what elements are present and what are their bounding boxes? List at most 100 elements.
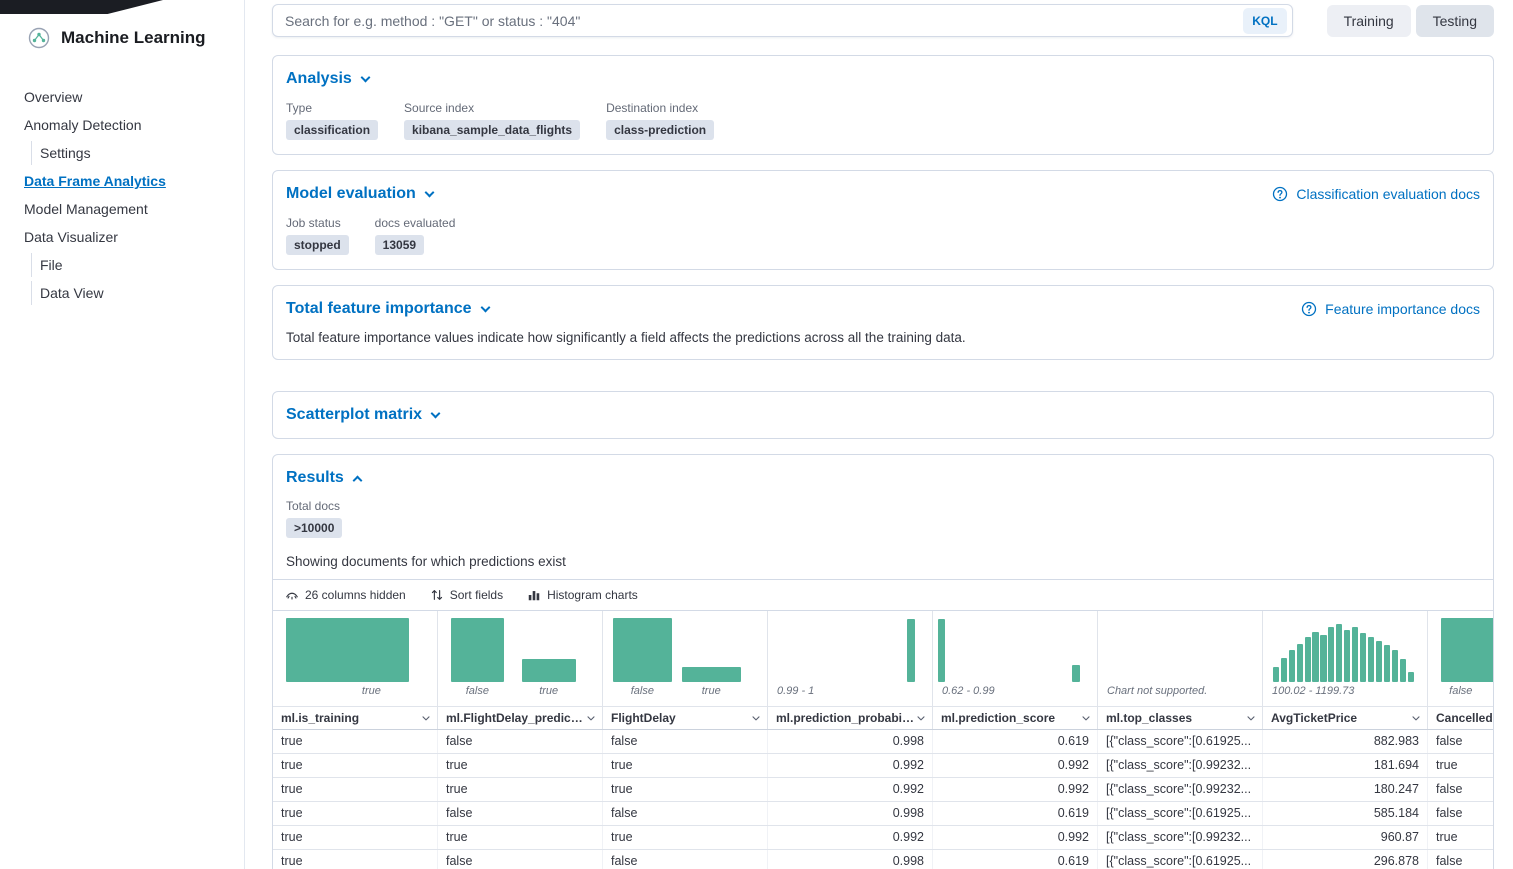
cell-FlightDelay[interactable]: true [603, 826, 768, 849]
cell-ml.is_training[interactable]: true [273, 802, 438, 825]
cell-ml.prediction_score[interactable]: 0.619 [933, 850, 1098, 869]
grid-toolbar: 26 columns hidden Sort fields Histogram … [273, 580, 1493, 611]
cell-Cancelled[interactable]: true [1428, 754, 1493, 777]
training-button[interactable]: Training [1327, 5, 1411, 37]
kql-button[interactable]: KQL [1243, 8, 1286, 34]
cell-ml.prediction_probability[interactable]: 0.998 [768, 730, 933, 753]
help-icon [1301, 301, 1317, 317]
cell-AvgTicketPrice[interactable]: 585.184 [1263, 802, 1428, 825]
table-row: truetruetrue0.9920.992[{"class_score":[0… [273, 778, 1493, 802]
cell-ml.prediction_probability[interactable]: 0.992 [768, 778, 933, 801]
cell-Cancelled[interactable]: false [1428, 850, 1493, 869]
cell-AvgTicketPrice[interactable]: 180.247 [1263, 778, 1428, 801]
cell-ml.is_training[interactable]: true [273, 778, 438, 801]
columns-hidden-button[interactable]: 26 columns hidden [285, 588, 406, 602]
column-header-Cancelled[interactable]: Cancelled [1428, 707, 1493, 729]
sidebar-item-data-view[interactable]: Data View [0, 279, 244, 307]
chevron-down-icon [915, 712, 927, 724]
table-row: truetruetrue0.9920.992[{"class_score":[0… [273, 826, 1493, 850]
sidebar-item-overview[interactable]: Overview [0, 83, 244, 111]
feature-importance-title: Total feature importance [286, 300, 472, 318]
field-label: Destination index [606, 101, 714, 115]
column-header-AvgTicketPrice[interactable]: AvgTicketPrice [1263, 707, 1428, 729]
cell-ml.is_training[interactable]: true [273, 754, 438, 777]
cell-ml.prediction_probability[interactable]: 0.992 [768, 754, 933, 777]
cell-ml.prediction_probability[interactable]: 0.998 [768, 802, 933, 825]
cell-ml.prediction_probability[interactable]: 0.992 [768, 826, 933, 849]
cell-ml.FlightDelay_prediction[interactable]: true [438, 754, 603, 777]
column-header-ml.prediction_score[interactable]: ml.prediction_score [933, 707, 1098, 729]
cell-ml.is_training[interactable]: true [273, 826, 438, 849]
cell-ml.top_classes[interactable]: [{"class_score":[0.99232... [1098, 778, 1263, 801]
column-header-FlightDelay[interactable]: FlightDelay [603, 707, 768, 729]
cell-Cancelled[interactable]: false [1428, 730, 1493, 753]
cell-ml.top_classes[interactable]: [{"class_score":[0.99232... [1098, 826, 1263, 849]
cell-Cancelled[interactable]: true [1428, 826, 1493, 849]
app-title: Machine Learning [61, 28, 206, 48]
feature-importance-accordion-toggle[interactable]: Total feature importance [286, 300, 489, 318]
cell-ml.FlightDelay_prediction[interactable]: false [438, 802, 603, 825]
search-input[interactable] [273, 5, 1243, 36]
cell-AvgTicketPrice[interactable]: 960.87 [1263, 826, 1428, 849]
cell-ml.top_classes[interactable]: [{"class_score":[0.99232... [1098, 754, 1263, 777]
histogram-charts-button[interactable]: Histogram charts [527, 588, 638, 602]
sort-fields-button[interactable]: Sort fields [430, 588, 503, 602]
field-label: Type [286, 101, 378, 115]
sidebar-item-anomaly-detection[interactable]: Anomaly Detection [0, 111, 244, 139]
chevron-down-icon [480, 302, 490, 312]
feature-importance-docs-link[interactable]: Feature importance docs [1301, 301, 1480, 317]
sidebar-item-settings[interactable]: Settings [0, 139, 244, 167]
scatterplot-matrix-panel: Scatterplot matrix [272, 391, 1494, 439]
sidebar-item-data-frame-analytics[interactable]: Data Frame Analytics [0, 167, 244, 195]
cell-FlightDelay[interactable]: false [603, 802, 768, 825]
cell-ml.prediction_score[interactable]: 0.619 [933, 730, 1098, 753]
cell-ml.top_classes[interactable]: [{"class_score":[0.61925... [1098, 850, 1263, 869]
column-header-ml.top_classes[interactable]: ml.top_classes [1098, 707, 1263, 729]
column-header-ml.FlightDelay_prediction[interactable]: ml.FlightDelay_prediction [438, 707, 603, 729]
cell-FlightDelay[interactable]: false [603, 730, 768, 753]
cell-AvgTicketPrice[interactable]: 882.983 [1263, 730, 1428, 753]
column-header-ml.is_training[interactable]: ml.is_training [273, 707, 438, 729]
column-chart-ml.FlightDelay_prediction: falsetrue [438, 611, 603, 706]
cell-ml.is_training[interactable]: true [273, 730, 438, 753]
chevron-down-icon [585, 712, 597, 724]
sidebar-item-model-management[interactable]: Model Management [0, 195, 244, 223]
scatterplot-matrix-accordion-toggle[interactable]: Scatterplot matrix [286, 406, 439, 424]
columns-hidden-label: 26 columns hidden [305, 588, 406, 602]
cell-Cancelled[interactable]: false [1428, 778, 1493, 801]
cell-ml.prediction_probability[interactable]: 0.998 [768, 850, 933, 869]
total-docs: Total docs >10000 [286, 499, 1480, 538]
sidebar-item-file[interactable]: File [0, 251, 244, 279]
cell-FlightDelay[interactable]: true [603, 754, 768, 777]
field-label: Job status [286, 216, 349, 230]
sidebar-item-data-visualizer[interactable]: Data Visualizer [0, 223, 244, 251]
cell-ml.top_classes[interactable]: [{"class_score":[0.61925... [1098, 730, 1263, 753]
cell-ml.FlightDelay_prediction[interactable]: false [438, 850, 603, 869]
results-subtitle: Showing documents for which predictions … [286, 554, 1480, 569]
cell-ml.FlightDelay_prediction[interactable]: true [438, 826, 603, 849]
cell-AvgTicketPrice[interactable]: 296.878 [1263, 850, 1428, 869]
classification-evaluation-docs-link[interactable]: Classification evaluation docs [1272, 186, 1480, 202]
cell-ml.prediction_score[interactable]: 0.992 [933, 778, 1098, 801]
chevron-down-icon [420, 712, 432, 724]
cell-ml.is_training[interactable]: true [273, 850, 438, 869]
cell-FlightDelay[interactable]: false [603, 850, 768, 869]
cell-FlightDelay[interactable]: true [603, 778, 768, 801]
cell-ml.FlightDelay_prediction[interactable]: false [438, 730, 603, 753]
cell-ml.prediction_score[interactable]: 0.992 [933, 754, 1098, 777]
results-accordion-toggle[interactable]: Results [286, 469, 361, 487]
cell-AvgTicketPrice[interactable]: 181.694 [1263, 754, 1428, 777]
column-chart-ml.prediction_score: 0.62 - 0.99 [933, 611, 1098, 706]
doc-link-label: Feature importance docs [1325, 301, 1480, 317]
cell-ml.FlightDelay_prediction[interactable]: true [438, 778, 603, 801]
analysis-fields: Type classification Source index kibana_… [286, 101, 1480, 140]
column-header-ml.prediction_probability[interactable]: ml.prediction_probability [768, 707, 933, 729]
model-evaluation-accordion-toggle[interactable]: Model evaluation [286, 185, 433, 203]
cell-ml.prediction_score[interactable]: 0.619 [933, 802, 1098, 825]
grid-chart-row: truefalsetruefalsetrue0.99 - 10.62 - 0.9… [273, 611, 1493, 707]
cell-Cancelled[interactable]: false [1428, 802, 1493, 825]
analysis-accordion-toggle[interactable]: Analysis [286, 70, 369, 88]
testing-button[interactable]: Testing [1416, 5, 1494, 37]
cell-ml.top_classes[interactable]: [{"class_score":[0.61925... [1098, 802, 1263, 825]
cell-ml.prediction_score[interactable]: 0.992 [933, 826, 1098, 849]
